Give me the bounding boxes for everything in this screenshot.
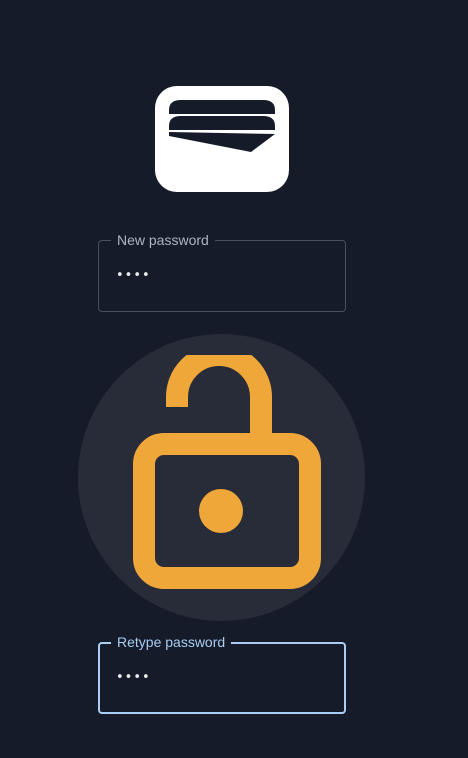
new-password-field[interactable]: New password (98, 231, 346, 312)
retype-password-label: Retype password (111, 633, 232, 651)
unlocked-padlock-icon (133, 355, 321, 589)
new-password-label: New password (111, 231, 215, 249)
retype-password-input[interactable] (116, 663, 316, 691)
retype-password-field[interactable]: Retype password (98, 633, 346, 714)
password-setup-screen: New password Retype password (0, 0, 468, 758)
new-password-input[interactable] (116, 261, 316, 289)
wallet-cards-icon (155, 86, 289, 192)
